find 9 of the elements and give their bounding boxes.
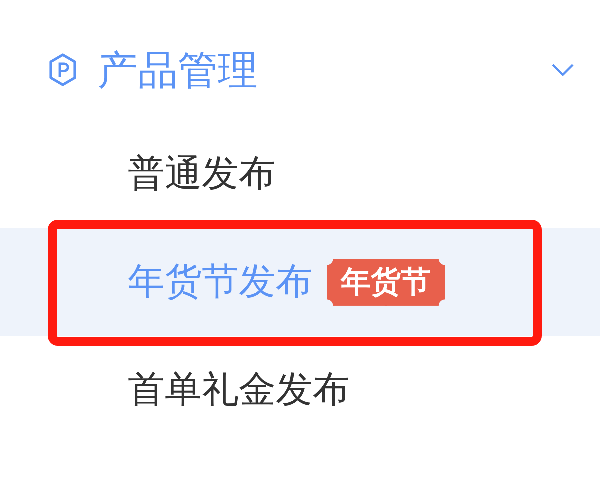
menu-item-label: 普通发布 (128, 151, 276, 197)
menu-item-label: 年货节发布 (128, 259, 313, 305)
menu-item[interactable]: 普通发布 (0, 120, 600, 228)
chevron-icon (551, 63, 575, 77)
menu-group-label: 产品管理 (98, 46, 259, 96)
menu-item[interactable]: 首单礼金发布 (0, 336, 600, 444)
product-icon (48, 53, 78, 87)
badge: 年货节 (327, 258, 445, 306)
menu-item-label: 首单礼金发布 (128, 367, 350, 413)
